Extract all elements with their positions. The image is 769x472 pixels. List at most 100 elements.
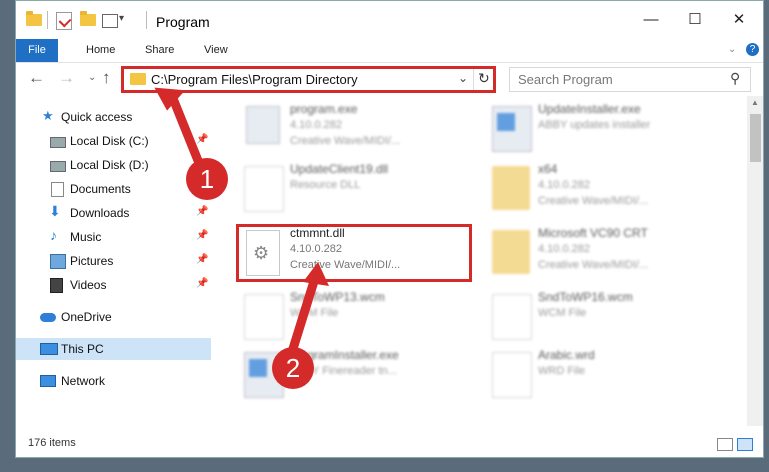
file-type: Resource DLL bbox=[290, 179, 361, 191]
document-icon bbox=[51, 182, 64, 197]
music-note-icon: ♪ bbox=[50, 227, 57, 243]
scrollbar-thumb[interactable] bbox=[750, 114, 761, 162]
sidebar-item-music[interactable]: ♪ Music 📌 bbox=[16, 226, 211, 248]
status-bar: 176 items bbox=[16, 428, 763, 457]
sidebar-item-local-disk-c[interactable]: Local Disk (C:) 📌 bbox=[16, 130, 211, 152]
tab-share[interactable]: Share bbox=[133, 39, 186, 62]
file-item[interactable]: UpdateClient19.dll Resource DLL bbox=[238, 160, 478, 220]
file-item[interactable]: SndToWP16.wcm WCM File bbox=[486, 288, 726, 348]
sidebar-item-label: Documents bbox=[70, 182, 131, 196]
search-placeholder: Search Program bbox=[518, 72, 613, 87]
sidebar-item-label: OneDrive bbox=[61, 310, 112, 324]
file-item[interactable]: UpdateInstaller.exe ABBY updates install… bbox=[486, 100, 726, 160]
sidebar-item-videos[interactable]: Videos 📌 bbox=[16, 274, 211, 296]
dll-icon bbox=[244, 166, 284, 212]
toolbar-divider bbox=[47, 11, 48, 29]
sidebar-item-label: Network bbox=[61, 374, 106, 388]
file-name: UpdateClient19.dll bbox=[290, 162, 389, 176]
picture-icon bbox=[50, 254, 66, 269]
file-version: 4.10.0.282 bbox=[538, 179, 590, 191]
tab-home[interactable]: Home bbox=[74, 39, 127, 62]
sidebar-item-quick-access[interactable]: ★ Quick access bbox=[16, 106, 211, 128]
file-icon bbox=[492, 352, 532, 398]
sidebar-item-label: Videos bbox=[70, 278, 107, 292]
file-item[interactable]: Arabic.wrd WRD File bbox=[486, 346, 726, 406]
network-icon bbox=[40, 375, 56, 387]
file-explorer-window: ▾ Program — ☐ ✕ File Home Share View ⌄ ?… bbox=[15, 0, 764, 458]
pin-icon[interactable]: 📌 bbox=[196, 134, 208, 145]
sidebar-item-label: Local Disk (D:) bbox=[70, 158, 149, 172]
file-item[interactable]: SndToWP13.wcm WCM File bbox=[238, 288, 478, 348]
sidebar-item-this-pc[interactable]: This PC bbox=[16, 338, 211, 360]
back-arrow-icon[interactable]: ← bbox=[28, 68, 45, 88]
sidebar-item-downloads[interactable]: ⬇ Downloads 📌 bbox=[16, 202, 211, 224]
file-type: WCM File bbox=[538, 307, 587, 319]
cloud-icon bbox=[40, 313, 56, 322]
vertical-scrollbar[interactable]: ▲ bbox=[747, 96, 763, 426]
up-arrow-icon[interactable]: ↑ bbox=[102, 68, 111, 88]
file-name: UpdateInstaller.exe bbox=[538, 102, 641, 116]
exe-icon bbox=[492, 106, 532, 152]
sidebar-item-pictures[interactable]: Pictures 📌 bbox=[16, 250, 211, 272]
properties-icon[interactable] bbox=[56, 12, 72, 30]
pin-icon[interactable]: 📌 bbox=[196, 206, 208, 217]
folder-item[interactable]: x64 4.10.0.282 Creative Wave/MIDI/... bbox=[486, 160, 726, 220]
file-name: program.exe bbox=[290, 102, 358, 116]
film-icon bbox=[50, 278, 63, 293]
file-icon bbox=[492, 294, 532, 340]
window-title: Program bbox=[156, 14, 210, 30]
callout-badge-2: 2 bbox=[272, 347, 314, 389]
address-row: ← → ⌄ ↑ C:\Program Files\Program Directo… bbox=[16, 62, 763, 96]
file-version: 4.10.0.282 bbox=[538, 243, 590, 255]
details-view-icon[interactable] bbox=[717, 438, 733, 451]
star-icon: ★ bbox=[42, 108, 54, 123]
close-button[interactable]: ✕ bbox=[724, 7, 754, 33]
folder-icon bbox=[492, 166, 530, 210]
help-icon[interactable]: ? bbox=[746, 43, 759, 56]
recent-chevron-icon[interactable]: ⌄ bbox=[88, 72, 96, 83]
title-bar: ▾ Program — ☐ ✕ bbox=[16, 1, 763, 39]
exe-icon bbox=[246, 106, 280, 144]
file-name: Microsoft VC90 CRT bbox=[538, 226, 648, 240]
tab-view[interactable]: View bbox=[192, 39, 240, 62]
large-icons-view-icon[interactable] bbox=[737, 438, 753, 451]
computer-icon bbox=[40, 343, 58, 355]
navigation-pane: ★ Quick access Local Disk (C:) 📌 Local D… bbox=[16, 96, 211, 426]
file-description: Creative Wave/MIDI/... bbox=[538, 259, 649, 271]
file-type: WCM File bbox=[290, 307, 339, 319]
scroll-up-icon[interactable]: ▲ bbox=[751, 98, 759, 107]
sidebar-item-network[interactable]: Network bbox=[16, 370, 211, 392]
pin-icon[interactable]: 📌 bbox=[196, 278, 208, 289]
download-arrow-icon: ⬇ bbox=[49, 203, 61, 219]
folder-icon bbox=[492, 230, 530, 274]
ribbon-tabs: File Home Share View ⌄ ? bbox=[16, 39, 763, 63]
callout-badge-1: 1 bbox=[186, 158, 228, 200]
search-input[interactable]: Search Program ⚲ bbox=[509, 67, 751, 92]
pin-icon[interactable]: 📌 bbox=[196, 230, 208, 241]
drive-icon bbox=[50, 161, 66, 172]
customize-icon[interactable] bbox=[102, 14, 118, 28]
file-item[interactable]: program.exe 4.10.0.282 Creative Wave/MID… bbox=[238, 100, 478, 160]
sidebar-item-local-disk-d[interactable]: Local Disk (D:) bbox=[16, 154, 211, 176]
expand-ribbon-icon[interactable]: ⌄ bbox=[728, 44, 736, 55]
file-icon bbox=[244, 294, 284, 340]
chevron-down-icon[interactable]: ▾ bbox=[119, 13, 124, 24]
forward-arrow-icon[interactable]: → bbox=[58, 68, 75, 88]
minimize-button[interactable]: — bbox=[636, 7, 666, 33]
tab-file[interactable]: File bbox=[16, 39, 58, 62]
address-highlight-box bbox=[121, 66, 496, 93]
file-description: ABBY updates installer bbox=[538, 119, 651, 131]
file-highlight-box bbox=[236, 224, 472, 282]
file-name: SndToWP16.wcm bbox=[538, 290, 633, 304]
sidebar-item-label: This PC bbox=[61, 342, 104, 356]
file-description: Creative Wave/MIDI/... bbox=[290, 135, 401, 147]
sidebar-item-documents[interactable]: Documents bbox=[16, 178, 211, 200]
maximize-button[interactable]: ☐ bbox=[680, 7, 710, 33]
pin-icon[interactable]: 📌 bbox=[196, 254, 208, 265]
sidebar-item-label: Quick access bbox=[61, 110, 133, 124]
folder-item[interactable]: Microsoft VC90 CRT 4.10.0.282 Creative W… bbox=[486, 224, 726, 284]
sidebar-item-onedrive[interactable]: OneDrive bbox=[16, 306, 211, 328]
new-folder-icon[interactable] bbox=[80, 11, 96, 26]
search-icon[interactable]: ⚲ bbox=[730, 70, 740, 87]
file-name: x64 bbox=[538, 162, 558, 176]
